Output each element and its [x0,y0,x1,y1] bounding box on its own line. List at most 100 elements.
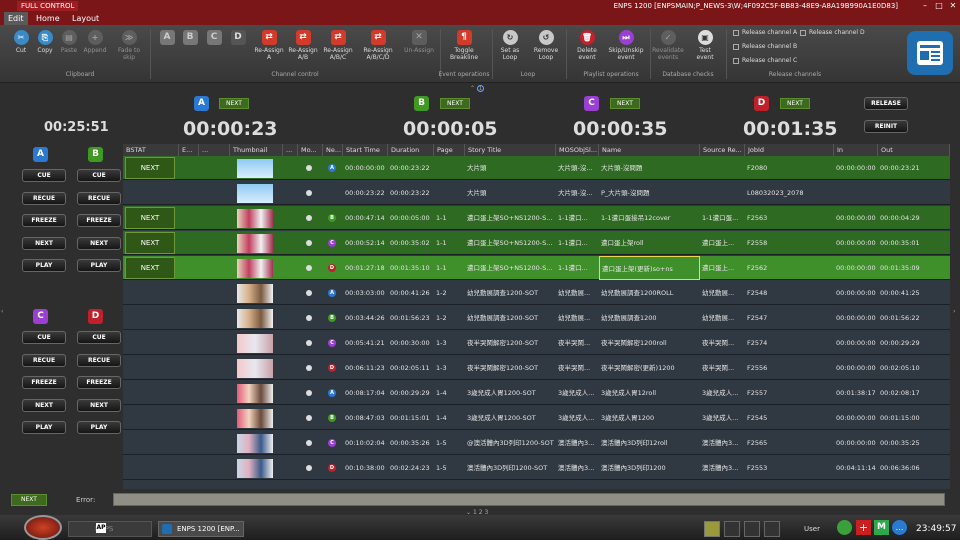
table-row[interactable]: B 00:08:47:03 00:01:15:01 1-4 3歲兒成人胃1200-SOT… [123,406,950,430]
column-header-dots2[interactable]: ... [283,144,298,156]
table-row[interactable]: C 00:05:41:21 00:00:30:00 1-3 夜半哭鬧解密1200-SOT… [123,331,950,355]
column-header-mos[interactable]: Mo... [298,144,323,156]
column-header-bstat[interactable]: BSTAT [123,144,179,156]
fade-to-skip-button[interactable]: ≫ Fade to skip [114,30,144,61]
set-as-loop-button[interactable]: ↻ Set as Loop [496,30,524,61]
channel-d-freeze-button[interactable]: FREEZE [77,376,121,390]
column-header-in[interactable]: In [834,144,878,156]
channel-a-button[interactable]: A [158,30,176,47]
column-header-story-title[interactable]: Story Title [465,144,556,156]
channel-b-play-button[interactable]: PLAY [77,259,121,273]
channel-a-next-button[interactable]: NEXT [219,98,249,109]
column-header-jobid[interactable]: JobId [745,144,834,156]
channel-c-button[interactable]: C [205,30,223,47]
reassign-ab-button[interactable]: ⇄ Re-Assign A/B [287,30,319,61]
reassign-abcd-button[interactable]: ⇄ Re-Assign A/B/C/D [358,30,398,61]
channel-c-play-button[interactable]: PLAY [22,421,66,435]
menu-edit[interactable]: Edit [4,12,28,25]
column-header-thumbnail[interactable]: Thumbnail [230,144,283,156]
channel-b-button[interactable]: B [181,30,199,47]
channel-b-next-button[interactable]: NEXT [440,98,470,109]
channel-a-play-button[interactable]: PLAY [22,259,66,273]
remove-loop-button[interactable]: ↺ Remove Loop [532,30,560,61]
table-row[interactable]: B 00:03:44:26 00:01:56:23 1-2 幼兒動展調查1200-SOT… [123,306,950,330]
start-logo[interactable] [24,515,62,540]
release-channel-a-checkbox[interactable]: Release channel A [733,29,797,36]
channel-a-recue-button[interactable]: RECUE [22,191,66,205]
channel-b-recue-button[interactable]: RECUE [77,191,121,205]
unassign-button[interactable]: ✕ Un-Assign [402,30,436,54]
column-header-name[interactable]: Name [599,144,700,156]
toggle-breakline-button[interactable]: ¶ Toggle Breakline [446,30,482,61]
reassign-a-button[interactable]: ⇄ Re-Assign A [254,30,284,61]
tray-button-4[interactable] [764,521,780,537]
channel-b-freeze-button[interactable]: FREEZE [77,214,121,228]
row-next-button[interactable]: NEXT [125,232,175,254]
channel-d-next-button[interactable]: NEXT [780,98,810,109]
column-header-duration[interactable]: Duration [388,144,434,156]
column-header-ne[interactable]: Ne... [323,144,343,156]
column-header-e[interactable]: E... [179,144,199,156]
paste-button[interactable]: ▤ Paste [58,30,80,54]
append-button[interactable]: + Append [82,30,108,54]
channel-d-play-button[interactable]: PLAY [77,421,121,435]
release-channel-b-checkbox[interactable]: Release channel B [733,43,797,50]
table-row[interactable]: A 00:08:17:04 00:00:29:29 1-4 3歲兒成人胃1200-SOT… [123,381,950,405]
channel-d-button[interactable]: D [229,30,247,47]
row-next-button[interactable]: NEXT [125,157,175,179]
channel-b-cue-button[interactable]: CUE [77,169,121,182]
taskbar-app-enps[interactable]: ENPS [68,521,152,537]
reinit-button[interactable]: REINIT [864,120,908,133]
tray-button-3[interactable] [744,521,760,537]
channel-c-freeze-button[interactable]: FREEZE [22,376,66,390]
channel-d-recue-button[interactable]: RECUE [77,353,121,367]
table-row[interactable]: D 00:10:38:00 00:02:24:23 1-5 澳活體內3D列印1200-S… [123,456,950,480]
table-row[interactable]: C 00:10:02:04 00:00:35:26 1-5 @澳活體內3D列印1200-… [123,431,950,455]
menu-home[interactable]: Home [32,12,64,25]
table-row[interactable]: 00:00:23:22 00:00:23:22 大片頭 大片頭-沒... P_大片頭-沒… [123,181,950,205]
channel-a-cue-button[interactable]: CUE [22,169,66,182]
table-row[interactable]: NEXT C 00:00:52:14 00:00:35:02 1-1 遭口蛋上架SO+NS… [123,231,950,255]
footer-next-button[interactable]: NEXT [11,494,47,506]
copy-button[interactable]: ⎘ Copy [34,30,56,54]
menu-layout[interactable]: Layout [68,12,103,25]
chat-icon[interactable]: … [892,520,907,535]
release-channel-c-checkbox[interactable]: Release channel C [733,57,797,64]
channel-c-next-button[interactable]: NEXT [610,98,640,109]
row-next-button[interactable]: NEXT [125,257,175,279]
left-collapse-icon[interactable]: ‹ [1,308,3,315]
tray-button-1[interactable] [704,521,720,537]
release-channel-d-checkbox[interactable]: Release channel D [800,29,865,36]
maximize-icon[interactable]: □ [932,0,946,12]
table-row[interactable]: D 00:06:11:23 00:02:05:11 1-3 夜半哭鬧解密1200-SOT… [123,356,950,380]
table-row[interactable]: A 00:03:03:00 00:00:41:26 1-2 幼兒動展調查1200-SOT… [123,281,950,305]
column-header-mosobjslug[interactable]: MOSObjSl... [556,144,599,156]
delete-event-button[interactable]: 🗑 Delete event [574,30,600,61]
cut-button[interactable]: ✂ Cut [10,30,32,54]
column-header-source-re[interactable]: Source Re... [700,144,745,156]
column-header-dots1[interactable]: ... [199,144,230,156]
channel-d-cue-button[interactable]: CUE [77,331,121,344]
revalidate-events-button[interactable]: ✓ Revalidate events [652,30,684,61]
release-button[interactable]: RELEASE [864,97,908,110]
channel-a-next-button[interactable]: NEXT [22,236,66,250]
table-row[interactable]: NEXT D 00:01:27:18 00:01:35:10 1-1 遭口蛋上架SO+NS… [123,256,950,280]
test-event-button[interactable]: ▣ Test event [692,30,718,61]
channel-d-next-button[interactable]: NEXT [77,398,121,412]
m-icon[interactable]: M [874,520,889,535]
reassign-abc-button[interactable]: ⇄ Re-Assign A/B/C [321,30,355,61]
channel-c-recue-button[interactable]: RECUE [22,353,66,367]
channel-b-next-button[interactable]: NEXT [77,236,121,250]
plus-icon[interactable]: + [856,520,871,535]
channel-a-freeze-button[interactable]: FREEZE [22,214,66,228]
right-collapse-icon[interactable]: › [953,308,955,315]
ribbon-page-indicator[interactable]: ⌃ 1 [470,85,490,93]
channel-c-next-button[interactable]: NEXT [22,398,66,412]
table-row[interactable]: NEXT B 00:00:47:14 00:00:05:00 1-1 遭口蛋上架SO+NS… [123,206,950,230]
column-header-start-time[interactable]: Start Time [343,144,388,156]
tray-button-2[interactable] [724,521,740,537]
channel-c-cue-button[interactable]: CUE [22,331,66,344]
close-icon[interactable]: ✕ [946,0,960,12]
minimize-icon[interactable]: – [918,0,932,12]
status-green-icon[interactable] [837,520,852,535]
